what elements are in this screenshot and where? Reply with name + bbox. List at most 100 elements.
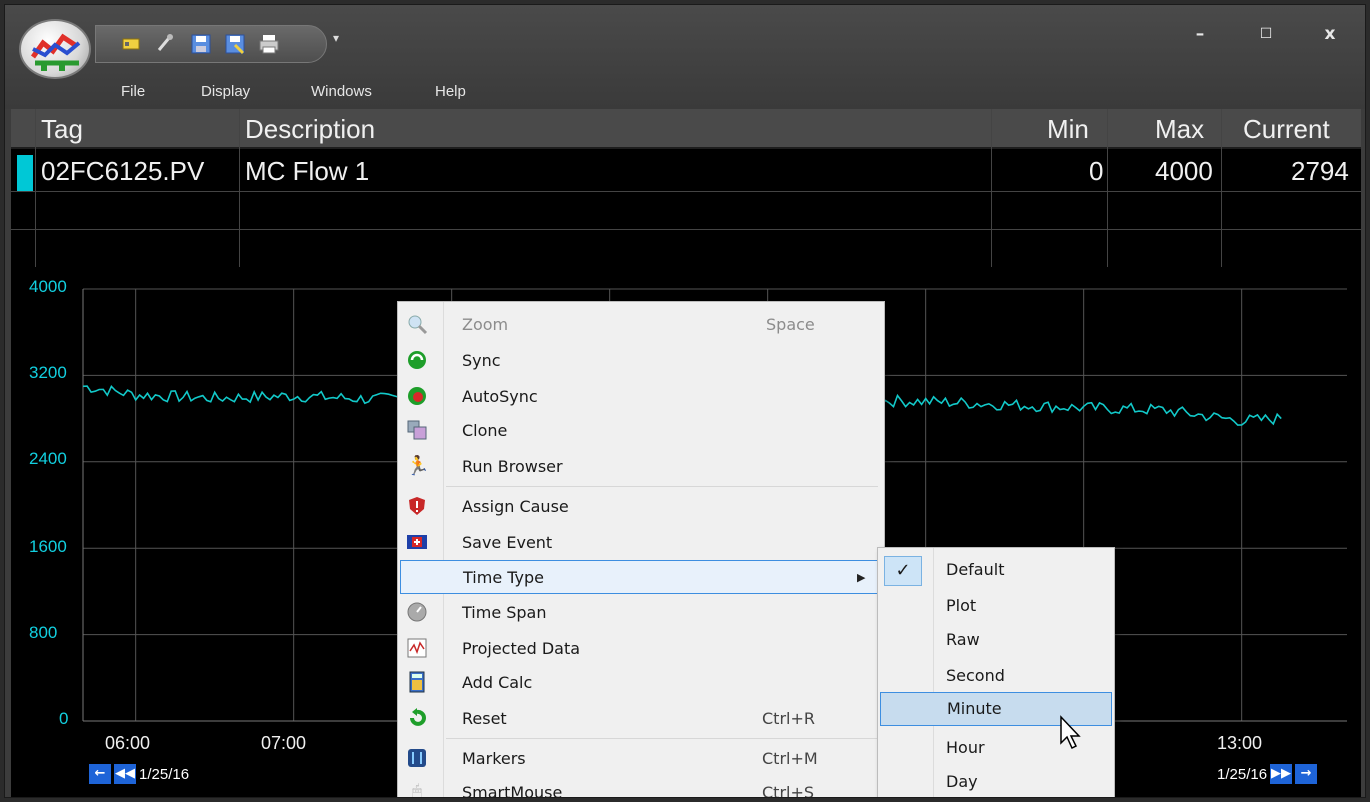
context-menu: Zoom Space Sync AutoSync Clone 🏃 Run Bro… xyxy=(397,301,885,798)
col-max[interactable]: Max xyxy=(1155,109,1204,149)
start-navigation: ← ◀◀ 1/25/16 xyxy=(89,763,189,785)
app-logo-icon xyxy=(30,33,81,71)
menu-item-save-event[interactable]: Save Event xyxy=(400,526,882,560)
table-header: Tag Description Min Max Current xyxy=(11,109,1361,149)
sync-icon xyxy=(406,349,428,371)
submenu-item-label: Minute xyxy=(947,699,1002,718)
menu-item-label: Clone xyxy=(462,421,508,440)
brush-icon[interactable] xyxy=(152,32,178,56)
menu-item-reset[interactable]: Reset Ctrl+R xyxy=(400,702,882,736)
menu-item-label: Assign Cause xyxy=(462,497,569,516)
submenu-item-day[interactable]: Day xyxy=(880,766,1112,797)
row-description: MC Flow 1 xyxy=(245,156,370,186)
title-bar: ▾ File Display Windows Help – ☐ x xyxy=(5,5,1365,109)
fast-forward-icon[interactable]: ▶▶ xyxy=(1270,764,1293,784)
submenu-item-label: Plot xyxy=(946,596,977,615)
menu-item-shortcut: Space xyxy=(766,315,815,334)
trend-icon xyxy=(406,637,428,659)
arrow-right-icon[interactable]: → xyxy=(1295,764,1318,784)
chevron-down-icon[interactable]: ▾ xyxy=(333,31,339,45)
save-as-icon[interactable] xyxy=(222,32,248,56)
menu-item-label: Time Type xyxy=(463,568,544,587)
menu-item-label: AutoSync xyxy=(462,387,538,406)
col-tag[interactable]: Tag xyxy=(41,109,83,149)
submenu-item-label: Second xyxy=(946,666,1005,685)
y-tick-label: 4000 xyxy=(29,277,67,296)
close-button[interactable]: x xyxy=(1315,21,1345,47)
check-icon: ✓ xyxy=(884,556,922,586)
row-min: 0 xyxy=(1089,156,1104,186)
col-min[interactable]: Min xyxy=(1047,109,1089,149)
print-icon[interactable] xyxy=(256,32,282,56)
menu-item-autosync[interactable]: AutoSync xyxy=(400,380,882,414)
menu-windows[interactable]: Windows xyxy=(311,83,372,100)
maximize-button[interactable]: ☐ xyxy=(1251,21,1281,47)
autosync-icon xyxy=(406,385,428,407)
menu-item-zoom[interactable]: Zoom Space xyxy=(400,308,882,342)
menu-item-assign-cause[interactable]: Assign Cause xyxy=(400,490,882,524)
end-navigation: 1/25/16 ▶▶ → xyxy=(1217,763,1318,785)
menu-item-markers[interactable]: Markers Ctrl+M xyxy=(400,742,882,776)
tag-icon[interactable] xyxy=(118,32,144,56)
submenu-item-label: Raw xyxy=(946,630,980,649)
menu-item-shortcut: Ctrl+M xyxy=(762,749,818,768)
menu-item-sync[interactable]: Sync xyxy=(400,344,882,378)
menu-item-shortcut: Ctrl+S xyxy=(762,783,815,798)
rewind-icon[interactable]: ◀◀ xyxy=(114,764,136,784)
quick-access-toolbar xyxy=(95,25,327,63)
time-type-submenu: ✓ Default Plot Raw Second Minute Hour Da… xyxy=(877,547,1115,797)
submenu-item-raw[interactable]: Raw xyxy=(880,624,1112,658)
menu-item-label: Save Event xyxy=(462,533,553,552)
menu-item-shortcut: Ctrl+R xyxy=(762,709,815,728)
app-window: ▾ File Display Windows Help – ☐ x Tag De… xyxy=(4,4,1366,798)
submenu-arrow-icon: ▶ xyxy=(857,571,866,584)
x-tick-label: 13:00 xyxy=(1217,733,1263,753)
save-icon[interactable] xyxy=(188,32,214,56)
markers-icon xyxy=(406,747,428,769)
menu-item-label: Reset xyxy=(462,709,507,728)
menu-item-projected-data[interactable]: Projected Data xyxy=(400,632,882,666)
event-flag-icon xyxy=(406,531,428,553)
menu-item-label: Run Browser xyxy=(462,457,563,476)
shield-alert-icon xyxy=(406,495,428,517)
y-tick-label: 800 xyxy=(29,623,58,642)
submenu-item-second[interactable]: Second xyxy=(880,660,1112,694)
menu-item-smartmouse[interactable]: 🖱 SmartMouse Ctrl+S xyxy=(400,776,882,798)
menu-item-label: Sync xyxy=(462,351,501,370)
submenu-item-label: Day xyxy=(946,772,978,791)
submenu-item-label: Hour xyxy=(946,738,985,757)
minimize-button[interactable]: – xyxy=(1185,21,1215,47)
mouse-cursor-icon xyxy=(1060,715,1081,750)
menu-item-label: Markers xyxy=(462,749,526,768)
menu-item-label: SmartMouse xyxy=(462,783,563,798)
col-current[interactable]: Current xyxy=(1243,109,1330,149)
menu-item-time-type[interactable]: Time Type ▶ xyxy=(400,560,882,594)
app-menu-orb[interactable] xyxy=(19,19,91,79)
menu-item-label: Time Span xyxy=(462,603,547,622)
menu-item-clone[interactable]: Clone xyxy=(400,414,882,448)
menu-item-add-calc[interactable]: Add Calc xyxy=(400,666,882,700)
magnifier-icon xyxy=(406,313,428,335)
row-max: 4000 xyxy=(1155,156,1213,186)
menu-item-run-browser[interactable]: 🏃 Run Browser xyxy=(400,450,882,484)
menu-item-label: Projected Data xyxy=(462,639,581,658)
menu-item-label: Add Calc xyxy=(462,673,533,692)
menu-item-time-span[interactable]: Time Span xyxy=(400,596,882,630)
menu-help[interactable]: Help xyxy=(435,83,466,100)
series-color-marker xyxy=(17,155,33,191)
tag-table: Tag Description Min Max Current 02FC6125… xyxy=(11,109,1361,267)
y-tick-label: 1600 xyxy=(29,537,67,556)
menu-item-label: Zoom xyxy=(462,315,509,334)
menu-display[interactable]: Display xyxy=(201,83,250,100)
x-tick-label: 06:00 xyxy=(105,733,151,753)
calculator-icon xyxy=(406,671,428,693)
submenu-item-plot[interactable]: Plot xyxy=(880,590,1112,624)
x-tick-label: 07:00 xyxy=(261,733,307,753)
submenu-item-default[interactable]: ✓ Default xyxy=(880,554,1112,588)
submenu-item-label: Default xyxy=(946,560,1005,579)
y-tick-label: 2400 xyxy=(29,449,67,468)
arrow-left-icon[interactable]: ← xyxy=(89,764,111,784)
col-description[interactable]: Description xyxy=(245,109,375,149)
menu-file[interactable]: File xyxy=(121,83,145,100)
y-tick-label: 0 xyxy=(59,709,69,728)
